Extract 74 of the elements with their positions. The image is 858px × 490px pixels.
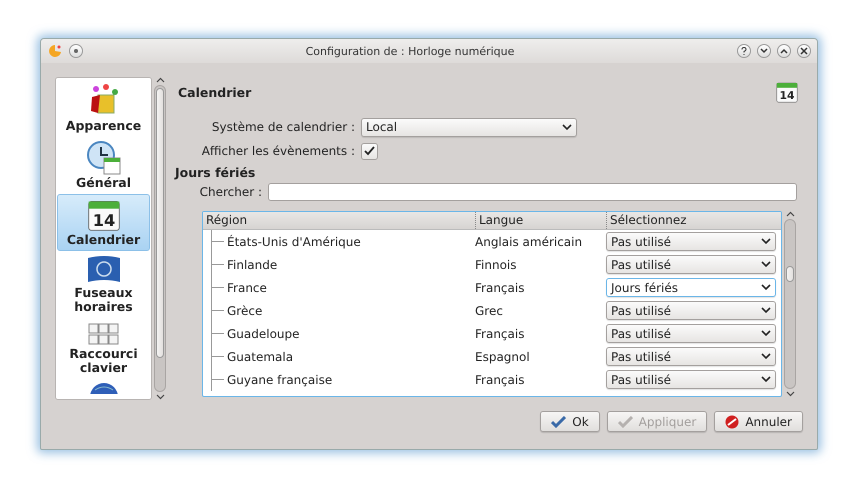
field-label: Afficher les évènements :: [200, 144, 355, 158]
close-icon: [800, 47, 808, 55]
globe-icon: [88, 382, 118, 394]
column-header[interactable]: Langue: [475, 212, 606, 229]
checkmark-icon: [551, 416, 566, 428]
table-cell-text: Français: [475, 326, 526, 340]
choice-dropdown[interactable]: Pas utilisé: [606, 347, 776, 366]
column-header[interactable]: Région: [203, 212, 475, 229]
scroll-thumb[interactable]: [156, 88, 164, 358]
section-heading: Jours fériés: [175, 165, 256, 180]
scroll-up-icon[interactable]: [156, 77, 164, 83]
calendar-icon: 14: [775, 80, 799, 104]
field-label: Chercher :: [198, 185, 262, 199]
window-title: Configuration de : Horloge numérique: [304, 44, 516, 58]
table-cell-text: Finnois: [475, 258, 518, 272]
choice-dropdown[interactable]: Pas utilisé: [606, 232, 776, 251]
table-cell-text: Anglais américain: [475, 234, 584, 248]
page-title: Calendrier: [178, 84, 252, 100]
ok-button[interactable]: Ok: [540, 411, 600, 432]
checkmark-icon: [618, 416, 633, 428]
close-button[interactable]: [797, 44, 811, 58]
clock-icon: [86, 140, 122, 176]
table-cell-text: Français: [475, 280, 526, 294]
sidebar-item[interactable]: Raccourci clavier: [57, 318, 150, 379]
menu-button[interactable]: [69, 44, 83, 58]
chevron-down-icon: [761, 307, 771, 314]
table-cell: États-Unis d'Amérique: [227, 234, 361, 248]
table-cell: Guatemala: [227, 350, 294, 364]
table-cell: Grèce: [227, 304, 262, 318]
choice-dropdown[interactable]: Pas utilisé: [606, 370, 776, 389]
sidebar-item[interactable]: Apparence: [57, 80, 150, 137]
scroll-down-icon[interactable]: [156, 394, 164, 400]
help-icon: [740, 47, 748, 55]
table-cell: Guadeloupe: [227, 326, 300, 340]
checkbox[interactable]: [361, 142, 378, 160]
choice-dropdown[interactable]: Jours fériés: [606, 278, 776, 297]
table-cell: France: [227, 280, 267, 294]
chevron-up-icon: [780, 48, 788, 54]
keyboard-icon: [86, 321, 122, 347]
sidebar-item[interactable]: Général: [57, 137, 150, 194]
scroll-track[interactable]: [784, 219, 796, 389]
help-button[interactable]: [737, 44, 751, 58]
scroll-up-icon[interactable]: [786, 211, 794, 217]
chevron-down-icon: [761, 284, 771, 291]
cancel-icon: [725, 414, 740, 428]
chevron-down-icon: [760, 48, 768, 54]
sidebar-item[interactable]: Fuseaux horaires: [57, 251, 150, 318]
chevron-down-icon: [761, 353, 771, 360]
scroll-down-icon[interactable]: [786, 391, 794, 397]
calendar-system-dropdown[interactable]: Local: [361, 118, 577, 136]
chevron-down-icon: [761, 330, 771, 337]
choice-dropdown[interactable]: Pas utilisé: [606, 301, 776, 320]
minimize-button[interactable]: [757, 44, 771, 58]
cancel-button[interactable]: Annuler: [714, 411, 803, 432]
maximize-button[interactable]: [777, 44, 791, 58]
scroll-track[interactable]: [154, 85, 166, 392]
dot-icon: [74, 49, 78, 53]
sidebar-item[interactable]: 14 Calendrier: [57, 194, 150, 251]
field-label: Système de calendrier :: [210, 120, 355, 134]
table-cell-text: Français: [475, 372, 526, 386]
choice-dropdown[interactable]: Pas utilisé: [606, 324, 776, 343]
chevron-down-icon: [562, 124, 572, 130]
chevron-down-icon: [761, 376, 771, 383]
chevron-down-icon: [761, 238, 771, 245]
app-icon: [47, 43, 63, 59]
table-cell-text: Espagnol: [475, 350, 531, 364]
chevron-down-icon: [761, 261, 771, 268]
column-header[interactable]: Sélectionnez: [606, 212, 781, 229]
choice-dropdown[interactable]: Pas utilisé: [606, 255, 776, 274]
scroll-thumb[interactable]: [786, 266, 794, 282]
table-cell: Guyane française: [227, 372, 332, 386]
search-field[interactable]: [268, 183, 797, 201]
table-cell-text: Grec: [475, 304, 504, 318]
table-cell: Finlande: [227, 258, 278, 272]
